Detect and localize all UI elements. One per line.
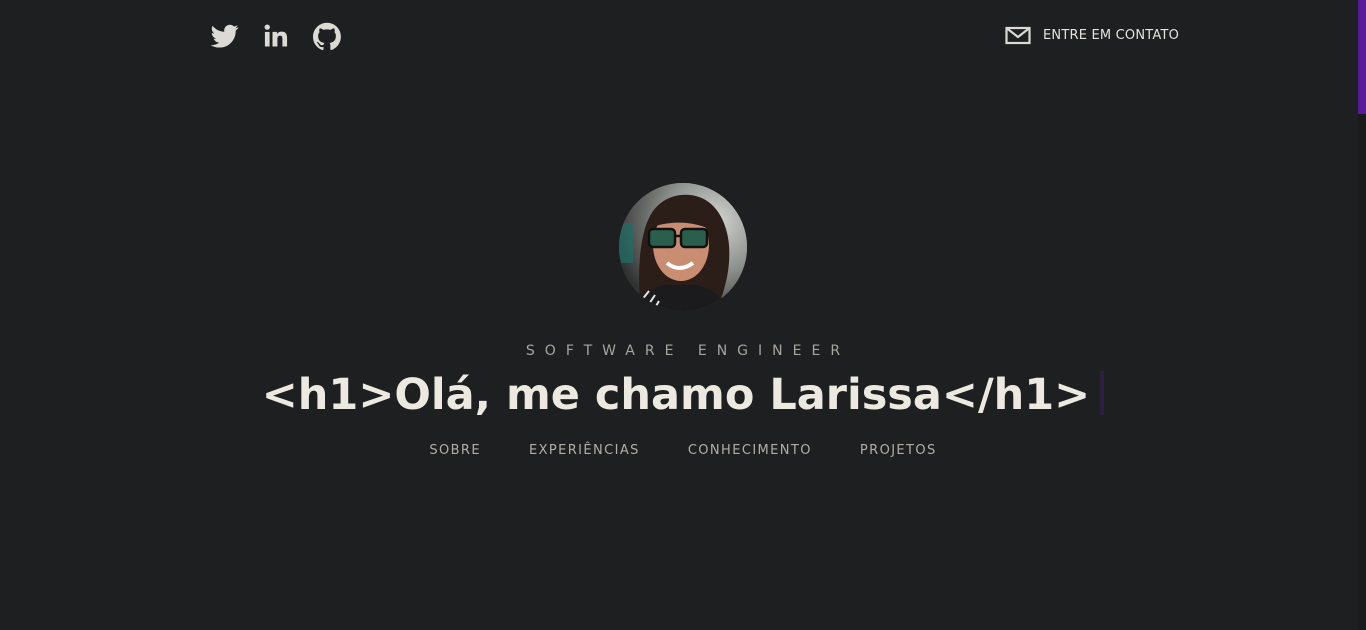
nav-item-experiencias[interactable]: EXPERIÊNCIAS bbox=[529, 443, 640, 458]
page: ENTRE EM CONTATO SOFTWARE ENGINEER <h1>O… bbox=[0, 0, 1366, 630]
nav-item-conhecimento[interactable]: CONHECIMENTO bbox=[688, 443, 812, 458]
hero-headline: <h1>Olá, me chamo Larissa</h1> bbox=[0, 366, 1366, 424]
section-nav: SOBRE EXPERIÊNCIAS CONHECIMENTO PROJETOS bbox=[0, 443, 1366, 458]
hero-headline-text: <h1>Olá, me chamo Larissa</h1> bbox=[261, 370, 1091, 420]
profile-photo bbox=[619, 183, 747, 311]
linkedin-link[interactable] bbox=[262, 22, 290, 50]
avatar bbox=[619, 183, 747, 311]
twitter-link[interactable] bbox=[211, 22, 239, 50]
scrollbar[interactable] bbox=[1358, 0, 1366, 630]
scrollbar-thumb[interactable] bbox=[1358, 0, 1366, 114]
twitter-icon bbox=[211, 24, 239, 48]
social-links bbox=[211, 22, 341, 50]
nav-item-projetos[interactable]: PROJETOS bbox=[860, 443, 937, 458]
typing-caret bbox=[1100, 371, 1105, 415]
github-link[interactable] bbox=[313, 22, 341, 50]
mail-icon bbox=[1005, 26, 1031, 45]
contact-button[interactable]: ENTRE EM CONTATO bbox=[1005, 24, 1179, 46]
contact-label: ENTRE EM CONTATO bbox=[1043, 27, 1180, 43]
role-subtitle: SOFTWARE ENGINEER bbox=[525, 343, 851, 359]
github-icon bbox=[313, 22, 341, 50]
linkedin-icon bbox=[264, 24, 288, 47]
nav-item-sobre[interactable]: SOBRE bbox=[429, 443, 481, 458]
